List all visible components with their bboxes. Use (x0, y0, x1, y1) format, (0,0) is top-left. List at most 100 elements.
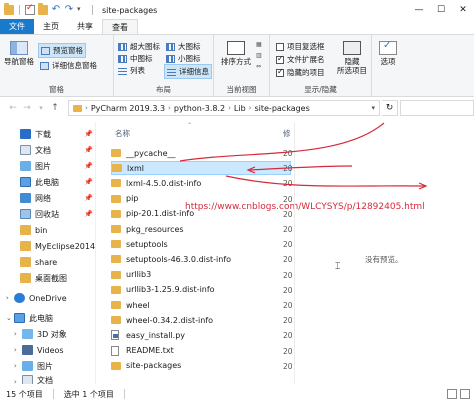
refresh-button[interactable]: ↻ (382, 100, 398, 116)
table-row[interactable]: easy_install.py (111, 328, 291, 342)
sort-caret-icon: ⌃ (187, 122, 193, 129)
details-pane-label: 详细信息窗格 (52, 61, 97, 70)
small-icons-button[interactable]: 小图标 (166, 53, 201, 64)
up-arrow-icon[interactable]: ↑ (48, 103, 62, 113)
sort-icon (227, 41, 245, 55)
preview-pane-button[interactable]: 预览窗格 (38, 43, 86, 58)
breadcrumb-item[interactable]: Lib (234, 104, 246, 113)
add-columns-icon[interactable]: ▥ (256, 52, 262, 59)
hide-selected-button[interactable]: 隐藏 所选项目 (334, 41, 370, 75)
item-checkboxes-toggle[interactable]: 项目复选框 (276, 41, 325, 52)
chevron-right-icon[interactable]: › (168, 104, 171, 112)
pin-icon[interactable]: 📌 (84, 178, 93, 186)
table-row[interactable]: urllib3 (111, 268, 291, 282)
table-row[interactable]: pkg_resources (111, 222, 291, 236)
large-icons-view-icon[interactable] (460, 389, 470, 399)
list-label: 列表 (130, 66, 145, 75)
tab-home[interactable]: 主页 (34, 19, 68, 34)
details-pane-button[interactable]: 详细信息窗格 (40, 60, 97, 71)
sidebar-item-share[interactable]: share (20, 254, 57, 270)
hidden-items-toggle[interactable]: 隐藏的项目 (276, 67, 325, 78)
table-row[interactable]: lxml-4.5.0.dist-info (111, 176, 291, 190)
breadcrumb-item[interactable]: PyCharm 2019.3.3 (91, 104, 165, 113)
table-row[interactable]: wheel (111, 298, 291, 312)
tab-share[interactable]: 共享 (68, 19, 102, 34)
address-bar[interactable]: › PyCharm 2019.3.3 › python-3.8.2 › Lib … (68, 100, 380, 116)
sidebar-item-3d-objects[interactable]: 3D 对象 (22, 326, 67, 342)
table-row[interactable]: __pycache__ (111, 146, 291, 160)
chevron-down-icon[interactable]: ▾ (371, 104, 375, 112)
chevron-right-icon[interactable]: › (6, 294, 9, 302)
refresh-icon: ↻ (385, 103, 394, 113)
nav-pane-button[interactable]: 导航窗格 (2, 41, 36, 66)
sidebar-item-bin[interactable]: bin (20, 222, 47, 238)
hidden-items-checkbox[interactable] (276, 67, 284, 77)
tab-view[interactable]: 查看 (102, 19, 138, 34)
column-modified-header[interactable]: 修 (283, 128, 291, 139)
sidebar-item-documents[interactable]: 文档 (20, 142, 51, 158)
chevron-right-icon[interactable]: › (14, 346, 17, 354)
sidebar-item-onedrive[interactable]: OneDrive (14, 290, 67, 306)
properties-icon[interactable] (25, 3, 35, 15)
sort-by-button[interactable]: 排序方式 (218, 41, 254, 66)
size-columns-icon[interactable]: ⇔ (256, 63, 262, 70)
pin-icon[interactable]: 📌 (84, 146, 93, 154)
sidebar-item-this-pc[interactable]: 此电脑 (20, 174, 59, 190)
sidebar-item-pictures[interactable]: 图片 (20, 158, 51, 174)
chevron-down-icon[interactable]: ⌄ (6, 314, 12, 322)
details-view-button[interactable]: 详细信息 (164, 64, 212, 79)
chevron-right-icon[interactable]: › (14, 362, 17, 370)
breadcrumb-item[interactable]: site-packages (254, 104, 309, 113)
table-row[interactable]: wheel-0.34.2.dist-info (111, 313, 291, 327)
table-row[interactable]: README.txt (111, 344, 291, 358)
file-extensions-toggle[interactable]: 文件扩展名 (276, 54, 325, 65)
chevron-right-icon[interactable]: › (249, 104, 252, 112)
group-by-icon[interactable]: ▦ (256, 41, 262, 48)
back-arrow-icon[interactable]: ← (6, 103, 20, 113)
sidebar-item-videos[interactable]: Videos (22, 342, 64, 358)
sidebar-item-label: 图片 (37, 361, 53, 371)
close-button[interactable]: ✕ (452, 0, 474, 20)
options-button[interactable]: 选项 (374, 41, 402, 66)
hidden-items-label: 隐藏的项目 (287, 68, 325, 77)
table-row[interactable]: urllib3-1.25.9.dist-info (111, 283, 291, 297)
pin-icon[interactable]: 📌 (84, 210, 93, 218)
tab-file[interactable]: 文件 (0, 19, 34, 34)
sidebar-item-desktop-screenshots[interactable]: 桌面截图 (20, 270, 67, 286)
list-button[interactable]: 列表 (118, 65, 145, 76)
redo-icon[interactable]: ↷ (64, 5, 74, 15)
new-folder-icon[interactable] (38, 3, 48, 15)
maximize-button[interactable]: ☐ (430, 0, 452, 20)
chevron-right-icon[interactable]: › (228, 104, 231, 112)
file-extensions-checkbox[interactable] (276, 54, 284, 64)
item-checkboxes-checkbox[interactable] (276, 42, 284, 51)
table-row[interactable]: lxml (111, 161, 291, 176)
details-view-icon[interactable] (447, 389, 457, 399)
undo-icon[interactable]: ↶ (51, 5, 61, 15)
preview-divider[interactable] (294, 122, 295, 384)
pin-icon[interactable]: 📌 (84, 194, 93, 202)
table-row[interactable]: setuptools (111, 237, 291, 251)
column-name-header[interactable]: 名称 (115, 128, 130, 139)
table-row[interactable]: site-packages (111, 359, 291, 373)
sidebar-item-this-pc-tree[interactable]: 此电脑 (14, 310, 53, 326)
sidebar-item-recycle-bin[interactable]: 回收站 (20, 206, 59, 222)
xl-icons-button[interactable]: 超大图标 (118, 41, 160, 52)
large-icons-button[interactable]: 大图标 (166, 41, 201, 52)
medium-icons-button[interactable]: 中图标 (118, 53, 153, 64)
search-input[interactable] (400, 100, 474, 116)
pin-icon[interactable]: 📌 (84, 130, 93, 138)
sidebar-item-network[interactable]: 网络 (20, 190, 51, 206)
sidebar-item-myeclipse[interactable]: MyEclipse2014 (20, 238, 95, 254)
chevron-right-icon[interactable]: › (85, 104, 88, 112)
forward-arrow-icon[interactable]: → (20, 103, 34, 113)
table-row[interactable]: setuptools-46.3.0.dist-info (111, 252, 291, 266)
pin-icon[interactable]: 📌 (84, 162, 93, 170)
customize-dropdown-icon[interactable]: ▾ (77, 5, 87, 15)
file-date: 20 (283, 361, 293, 371)
sidebar-item-downloads[interactable]: 下载 (20, 126, 51, 142)
breadcrumb-item[interactable]: python-3.8.2 (174, 104, 225, 113)
chevron-right-icon[interactable]: › (14, 330, 17, 338)
recent-locations-icon[interactable]: ▾ (34, 104, 48, 112)
minimize-button[interactable]: — (408, 0, 430, 20)
